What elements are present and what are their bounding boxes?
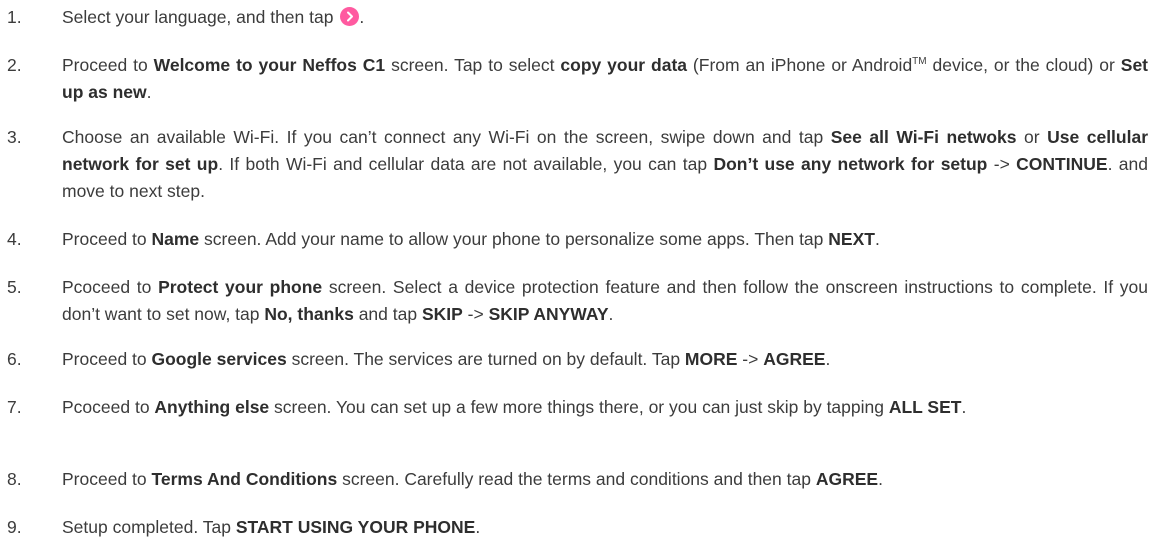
step-number: 9. — [7, 517, 22, 537]
step-text-run: Choose an available Wi-Fi. If you can’t … — [62, 127, 831, 147]
ui-term: Terms And Conditions — [151, 469, 338, 489]
step-text: Proceed to Name screen. Add your name to… — [62, 226, 1148, 253]
ui-term: AGREE — [763, 349, 826, 369]
ui-term: NEXT — [828, 229, 875, 249]
step-number: 2. — [7, 55, 22, 75]
step-text-run: Pcoceed to — [62, 397, 155, 417]
step-text-run: screen. Add your name to allow your phon… — [199, 229, 829, 249]
next-arrow-icon — [340, 7, 360, 26]
ui-term: Google services — [151, 349, 287, 369]
step-text-run: and tap — [353, 304, 422, 324]
step-text-run: -> — [462, 304, 489, 324]
ui-term: Don’t use any network for setup — [713, 154, 988, 174]
step-text-run: Pcoceed to — [62, 277, 159, 297]
ui-term: ALL SET — [888, 397, 962, 417]
step-text-run: screen. Carefully read the terms and con… — [337, 469, 816, 489]
step-text-run: . — [874, 229, 880, 249]
step-number: 8. — [7, 469, 22, 489]
step-text: Setup completed. Tap START USING YOUR PH… — [62, 514, 1148, 541]
step-text-run: screen. Tap to select — [385, 55, 561, 75]
step-text-run: Proceed to — [62, 55, 154, 75]
step-text-run: . — [608, 304, 614, 324]
step-text-run: . — [961, 397, 967, 417]
step-text: Proceed to Terms And Conditions screen. … — [62, 466, 1148, 493]
ui-term: AGREE — [815, 469, 879, 489]
ui-term: Name — [151, 229, 200, 249]
step-text: Choose an available Wi-Fi. If you can’t … — [62, 124, 1148, 205]
step-text-run: Proceed to — [62, 469, 152, 489]
step-text-run: (From an iPhone or Android — [687, 55, 913, 75]
step-text-run: . — [475, 517, 481, 537]
trademark-superscript: TM — [912, 56, 927, 68]
step-text-run: -> — [987, 154, 1017, 174]
step-number: 7. — [7, 397, 22, 417]
ui-term: START USING YOUR PHONE — [235, 517, 476, 537]
step-number: 4. — [7, 229, 22, 249]
ui-term: SKIP — [421, 304, 463, 324]
ui-term: See all Wi-Fi netwoks — [830, 127, 1017, 147]
step-text-run: screen. The services are turned on by de… — [286, 349, 685, 369]
step-text-run: . If both Wi-Fi and cellular data are no… — [218, 154, 714, 174]
step-text-run: Setup completed. Tap — [62, 517, 236, 537]
step-text-run: Proceed to — [62, 229, 152, 249]
ui-term: copy your data — [560, 55, 687, 75]
step-text-run: device, or the cloud) or — [926, 55, 1121, 75]
step-text: Proceed to Google services screen. The s… — [62, 346, 1148, 373]
step-text: Pcoceed to Protect your phone screen. Se… — [62, 274, 1148, 328]
step-number: 5. — [7, 277, 22, 297]
step-number: 3. — [7, 127, 22, 147]
ui-term: SKIP ANYWAY — [488, 304, 609, 324]
step-text-run: Select your language, and then tap — [62, 7, 339, 27]
ui-term: Welcome to your Neffos C1 — [153, 55, 386, 75]
step-text-run: or — [1016, 127, 1048, 147]
ui-term: MORE — [684, 349, 738, 369]
ui-term: No, thanks — [264, 304, 354, 324]
step-text-run: screen. You can set up a few more things… — [269, 397, 889, 417]
step-number: 6. — [7, 349, 22, 369]
ui-term: Protect your phone — [158, 277, 323, 297]
step-text: Pcoceed to Anything else screen. You can… — [62, 394, 1148, 421]
step-text-run: . — [825, 349, 831, 369]
step-text: Select your language, and then tap . — [62, 4, 1148, 31]
step-text-run: -> — [737, 349, 764, 369]
step-text: Proceed to Welcome to your Neffos C1 scr… — [62, 52, 1148, 106]
step-text-run: . — [359, 7, 365, 27]
ui-term: CONTINUE — [1016, 154, 1108, 174]
step-text-run: . — [146, 82, 152, 102]
ui-term: Anything else — [154, 397, 270, 417]
step-text-run: . — [878, 469, 883, 489]
step-text-run: Proceed to — [62, 349, 152, 369]
step-number: 1. — [7, 7, 22, 27]
